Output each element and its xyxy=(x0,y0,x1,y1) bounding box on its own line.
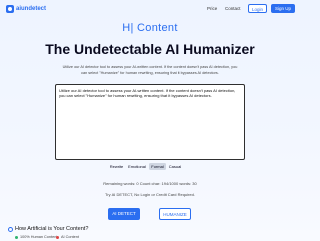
page-title: The Undetectable AI Humanizer xyxy=(45,41,255,57)
nav-contact[interactable]: Contact xyxy=(225,5,241,13)
legend-ai-dot xyxy=(56,236,59,239)
humanize-button[interactable]: HUMANIZE xyxy=(159,208,191,220)
tab-rewrite[interactable]: Rewrite xyxy=(108,163,125,170)
ai-detect-button[interactable]: AI DETECT xyxy=(108,208,140,220)
try-text: Try AI DETECT, No Login or Credit Card R… xyxy=(105,192,195,197)
word-count-status: Remaining words: 0 Count char: 194/1000 … xyxy=(103,181,197,186)
hero-description: Utilize our AI detector tool to assess y… xyxy=(62,65,238,75)
legend-human-dot xyxy=(15,236,18,239)
editor-text[interactable]: Utilize our AI detector tool to assess y… xyxy=(59,88,241,98)
nav-price[interactable]: Price xyxy=(207,5,217,13)
login-button[interactable]: Login xyxy=(248,4,267,13)
hero-subtitle: H| Content xyxy=(122,22,178,34)
question-icon xyxy=(8,227,13,232)
tab-emotional[interactable]: Emotional xyxy=(126,163,148,170)
logo-icon[interactable] xyxy=(6,5,14,13)
tab-formal[interactable]: Formal xyxy=(149,163,166,170)
artificial-question: How Artificial is Your Content? xyxy=(15,226,89,232)
tab-casual[interactable]: Casual xyxy=(167,163,183,170)
logo-text[interactable]: aiundetect xyxy=(16,5,46,13)
signup-button[interactable]: Sign Up xyxy=(271,4,295,13)
legend-ai-label: AI Content xyxy=(61,234,79,239)
legend-human-label: 100% Human Content xyxy=(20,234,58,239)
